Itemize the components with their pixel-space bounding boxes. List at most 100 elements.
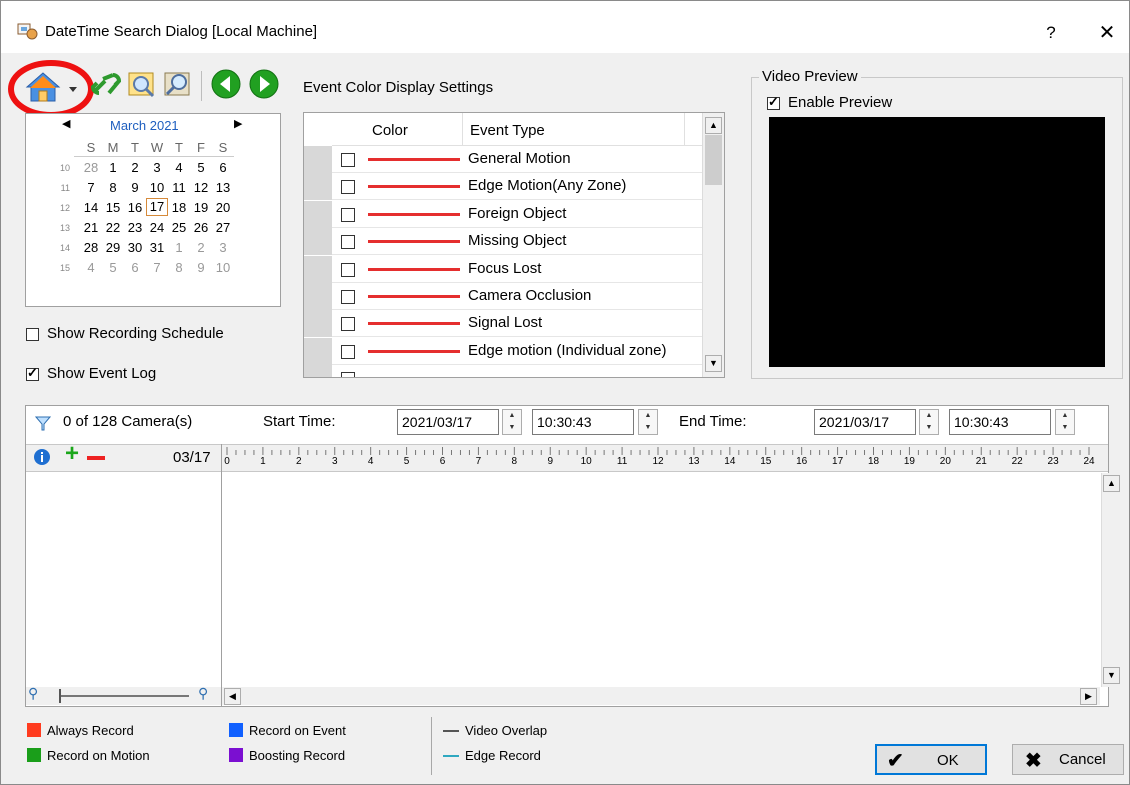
start-time-field[interactable]: 10:30:43 <box>532 409 634 435</box>
zoom-in-icon[interactable]: ⚲ <box>198 685 208 702</box>
calendar-day[interactable]: 15 <box>102 200 124 215</box>
calendar-day[interactable]: 7 <box>80 180 102 195</box>
close-button[interactable]: ✕ <box>1089 17 1125 49</box>
calendar-day[interactable]: 21 <box>80 220 102 235</box>
start-date-field[interactable]: 2021/03/17 <box>397 409 499 435</box>
link-icon[interactable] <box>89 67 123 101</box>
previous-arrow-icon[interactable] <box>209 67 243 101</box>
timeline-vertical-scrollbar[interactable]: ▲ ▼ <box>1101 473 1120 687</box>
calendar-day[interactable]: 26 <box>190 220 212 235</box>
zoom-slider-thumb[interactable] <box>59 689 61 703</box>
event-row[interactable]: Missing Object <box>304 228 704 256</box>
calendar-day[interactable]: 13 <box>212 180 234 195</box>
scroll-thumb[interactable] <box>705 135 722 185</box>
calendar-day[interactable]: 2 <box>124 160 146 175</box>
calendar-day[interactable]: 3 <box>212 240 234 255</box>
timeline-scroll-down[interactable]: ▼ <box>1103 667 1120 684</box>
event-checkbox[interactable] <box>341 317 355 332</box>
calendar-day[interactable]: 30 <box>124 240 146 255</box>
calendar-day[interactable]: 4 <box>168 160 190 175</box>
scroll-up-button[interactable]: ▲ <box>705 117 722 134</box>
event-color-line[interactable] <box>368 158 460 161</box>
calendar-day[interactable]: 25 <box>168 220 190 235</box>
timeline-scroll-up[interactable]: ▲ <box>1103 475 1120 492</box>
calendar-month-label[interactable]: March 2021 <box>110 118 179 133</box>
calendar-day[interactable]: 4 <box>80 260 102 275</box>
calendar-day[interactable]: 5 <box>190 160 212 175</box>
calendar-day[interactable]: 16 <box>124 200 146 215</box>
enable-preview-checkbox[interactable] <box>767 94 780 110</box>
calendar-day[interactable]: 9 <box>190 260 212 275</box>
calendar-day[interactable]: 8 <box>102 180 124 195</box>
scroll-down-button[interactable]: ▼ <box>705 355 722 372</box>
event-checkbox[interactable] <box>341 262 355 277</box>
calendar-day[interactable]: 19 <box>190 200 212 215</box>
calendar-day[interactable]: 20 <box>212 200 234 215</box>
end-date-spinner[interactable]: ▲ ▼ <box>919 409 939 435</box>
event-row[interactable]: Edge motion (Individual zone) <box>304 337 704 365</box>
calendar-next-button[interactable]: ▶ <box>234 117 242 130</box>
calendar-day[interactable]: 10 <box>146 180 168 195</box>
info-icon[interactable] <box>33 448 51 466</box>
event-checkbox[interactable] <box>341 344 355 359</box>
event-color-line[interactable] <box>368 185 460 189</box>
calendar-day[interactable]: 14 <box>80 200 102 215</box>
start-date-spinner[interactable]: ▲ ▼ <box>502 409 522 435</box>
event-checkbox[interactable] <box>341 235 355 250</box>
filter-icon[interactable] <box>35 415 51 431</box>
end-time-field[interactable]: 10:30:43 <box>949 409 1051 435</box>
calendar-day[interactable]: 17 <box>146 198 168 216</box>
calendar-day[interactable]: 12 <box>190 180 212 195</box>
event-checkbox[interactable] <box>341 207 355 222</box>
calendar-day[interactable]: 18 <box>168 200 190 215</box>
map-search-icon[interactable] <box>161 67 195 101</box>
calendar-day[interactable]: 3 <box>146 160 168 175</box>
remove-camera-icon[interactable] <box>87 456 105 460</box>
event-color-line[interactable] <box>368 295 460 298</box>
calendar-day[interactable]: 1 <box>102 160 124 175</box>
event-color-line[interactable] <box>368 212 460 216</box>
calendar-day[interactable]: 6 <box>212 160 234 175</box>
show-recording-schedule-checkbox[interactable] <box>26 328 39 341</box>
timeline-scroll-left[interactable]: ◀ <box>224 688 241 705</box>
calendar-day[interactable]: 10 <box>212 260 234 275</box>
calendar-day[interactable]: 22 <box>102 220 124 235</box>
timeline-horizontal-scrollbar[interactable]: ◀ ▶ <box>222 687 1100 705</box>
next-arrow-icon[interactable] <box>247 67 281 101</box>
event-color-line[interactable] <box>368 349 460 353</box>
calendar-day[interactable]: 31 <box>146 240 168 255</box>
event-table-scrollbar[interactable]: ▲ ▼ <box>702 113 724 377</box>
ok-button[interactable]: ✔ OK <box>875 744 987 775</box>
event-row[interactable]: Focus Lost <box>304 255 704 283</box>
calendar-day[interactable]: 2 <box>190 240 212 255</box>
event-color-line[interactable] <box>368 267 460 271</box>
calendar-day[interactable]: 7 <box>146 260 168 275</box>
event-row[interactable]: Signal Lost <box>304 310 704 338</box>
show-event-log-checkbox[interactable] <box>26 365 39 381</box>
search-folder-icon[interactable] <box>125 67 159 101</box>
cancel-button[interactable]: ✖ Cancel <box>1012 744 1124 775</box>
calendar-day[interactable]: 28 <box>80 160 102 175</box>
zoom-slider[interactable] <box>59 695 189 697</box>
event-color-line[interactable] <box>368 322 460 326</box>
calendar-day[interactable]: 27 <box>212 220 234 235</box>
calendar-day[interactable]: 1 <box>168 240 190 255</box>
help-button[interactable]: ? <box>1033 17 1069 49</box>
event-row[interactable]: Edge Motion(Any Zone) <box>304 173 704 201</box>
end-date-field[interactable]: 2021/03/17 <box>814 409 916 435</box>
calendar-prev-button[interactable]: ◀ <box>62 117 70 130</box>
timeline-scroll-right[interactable]: ▶ <box>1080 688 1097 705</box>
month-calendar[interactable]: ◀ March 2021 ▶ S M T W T F S 10 28 1 2 3 4 5 6 11 7 8 9 10 1… <box>25 113 281 307</box>
calendar-day[interactable]: 8 <box>168 260 190 275</box>
calendar-day[interactable]: 23 <box>124 220 146 235</box>
add-camera-icon[interactable]: + <box>65 442 79 466</box>
calendar-day[interactable]: 29 <box>102 240 124 255</box>
calendar-day[interactable]: 5 <box>102 260 124 275</box>
calendar-day[interactable]: 9 <box>124 180 146 195</box>
zoom-out-icon[interactable]: ⚲ <box>28 685 38 702</box>
start-time-spinner[interactable]: ▲ ▼ <box>638 409 658 435</box>
calendar-day[interactable]: 28 <box>80 240 102 255</box>
event-row[interactable]: General Motion <box>304 146 704 173</box>
calendar-day[interactable]: 24 <box>146 220 168 235</box>
event-checkbox[interactable] <box>341 290 355 304</box>
